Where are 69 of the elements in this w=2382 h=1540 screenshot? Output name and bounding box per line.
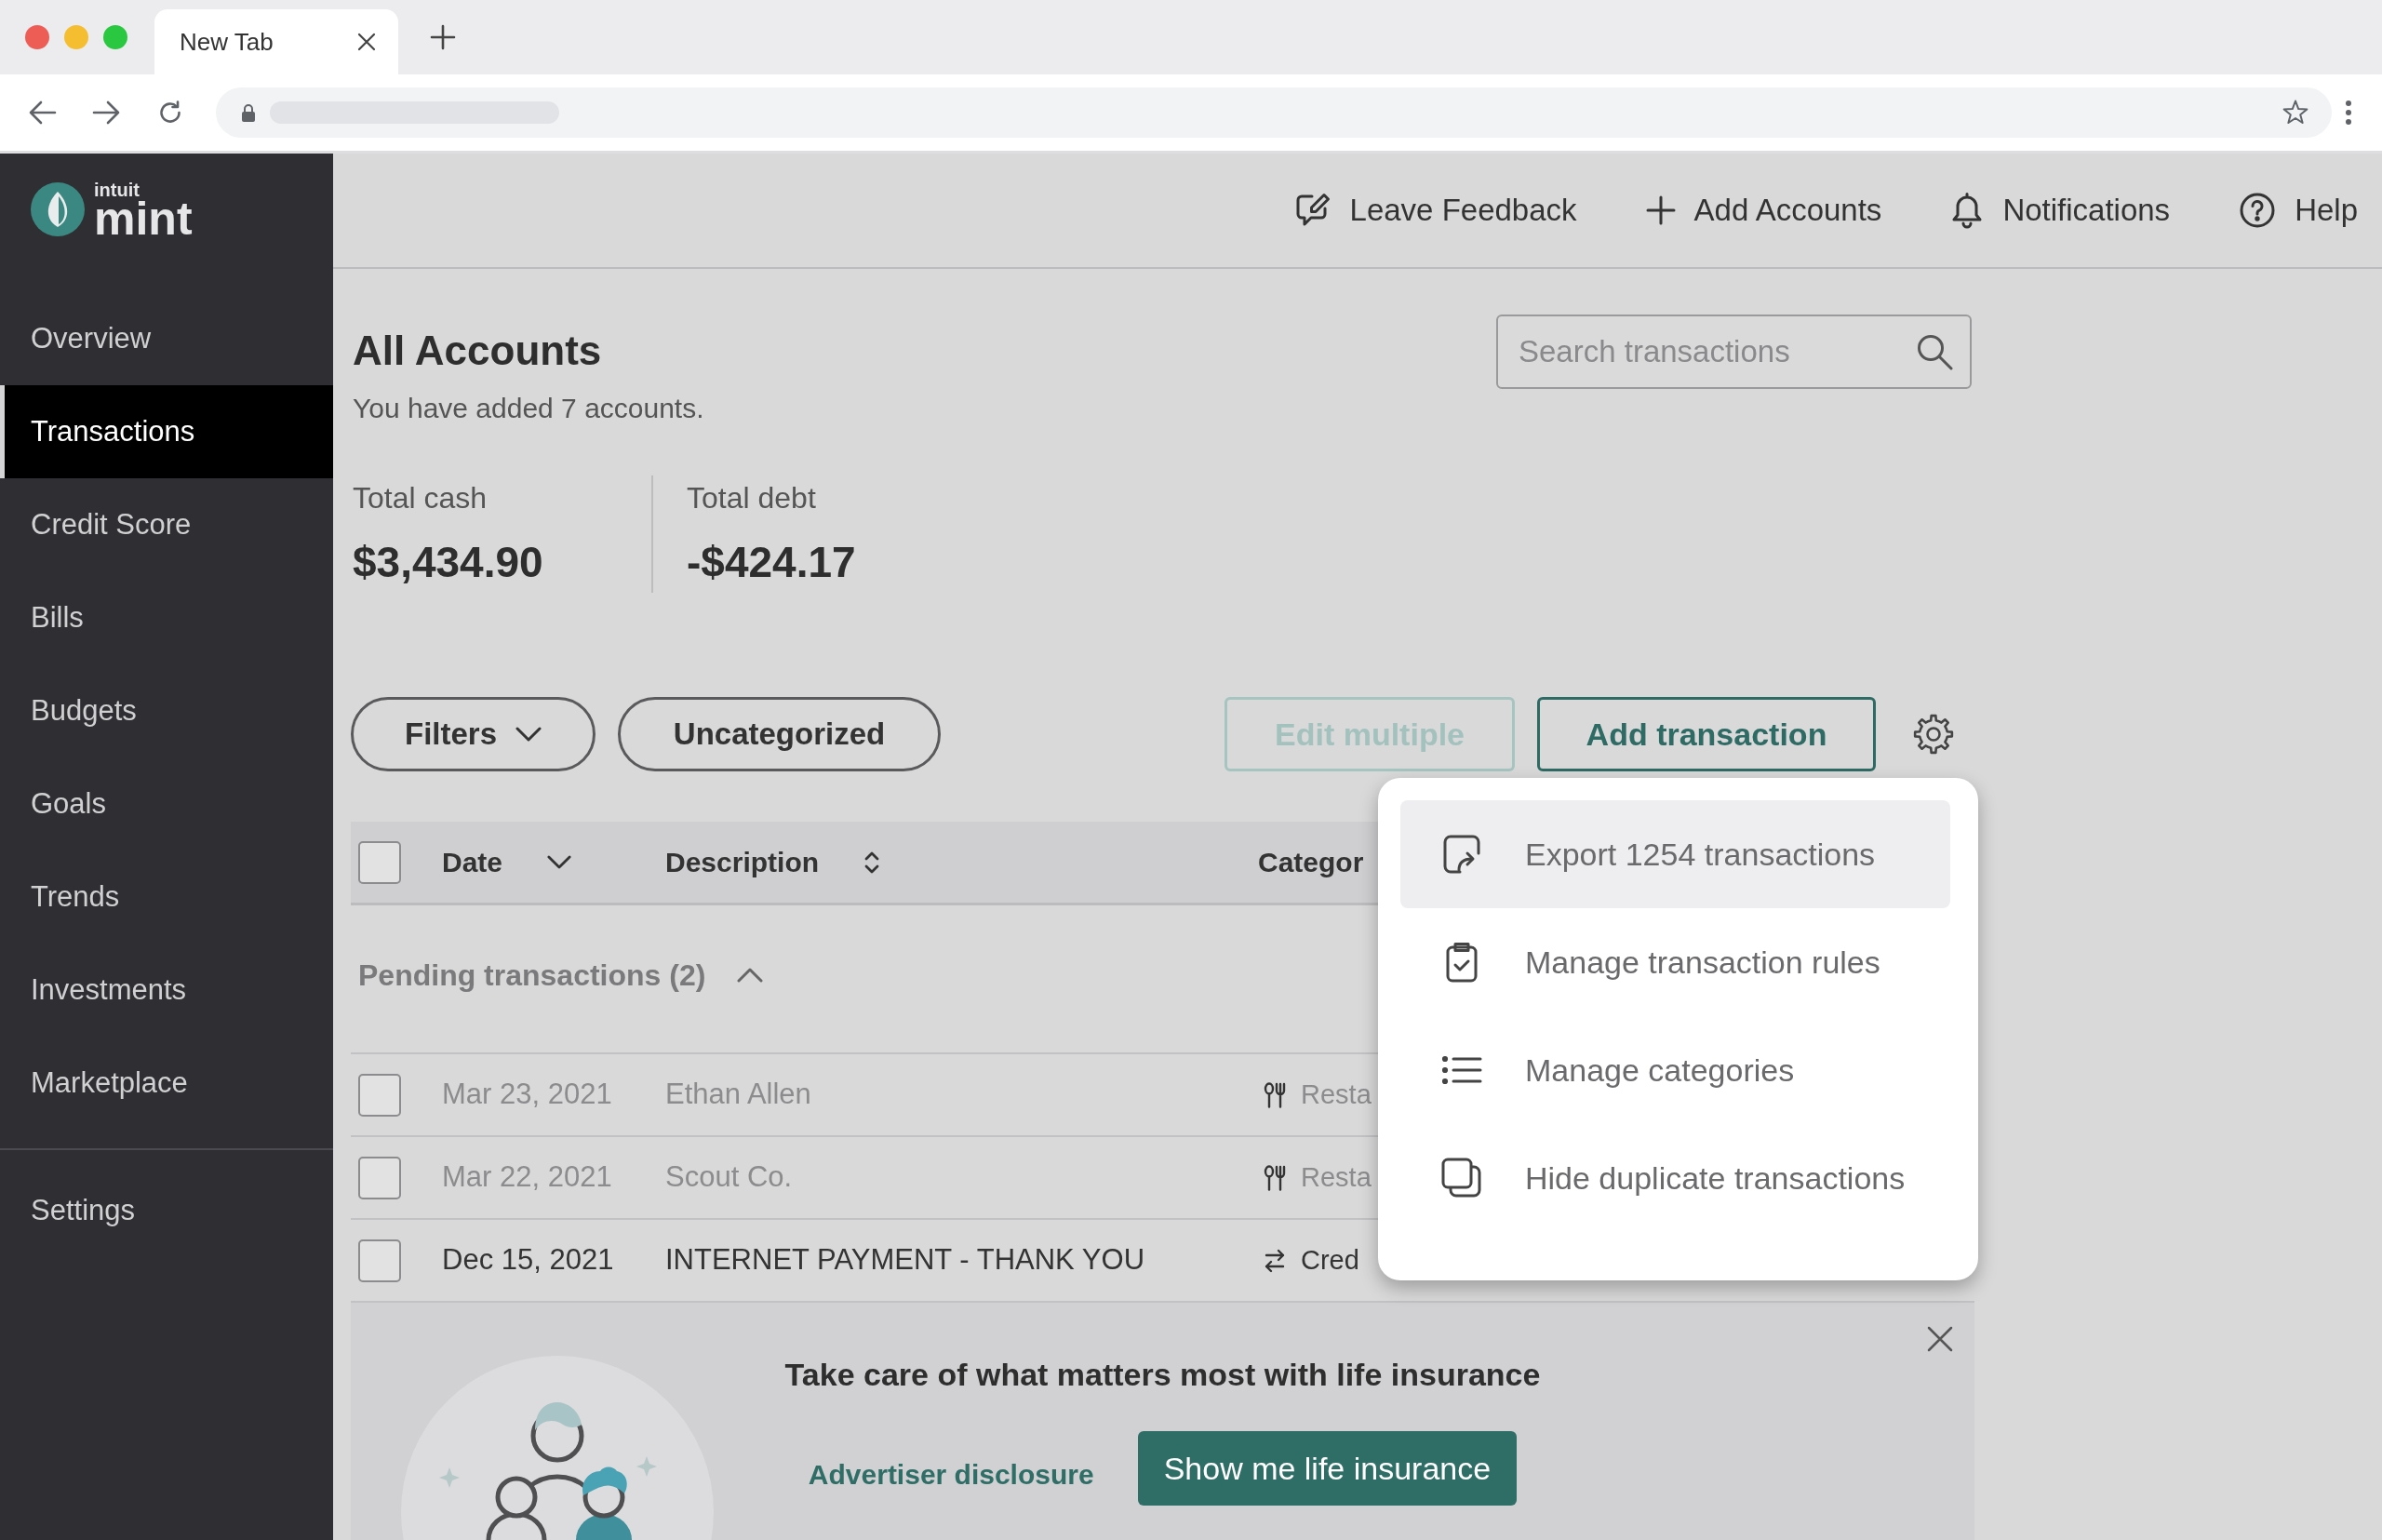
table-cell: Mar 22, 2021 — [442, 1160, 612, 1194]
table-cell: Dec 15, 2021 — [442, 1243, 614, 1277]
fork-knife-icon — [1264, 1081, 1286, 1108]
toolbar-button[interactable]: Add transaction — [1537, 697, 1876, 771]
browser-tab[interactable]: New Tab — [154, 9, 398, 74]
sidebar-item[interactable]: Investments — [0, 944, 333, 1037]
advertiser-disclosure-link[interactable]: Advertiser disclosure — [808, 1453, 1094, 1495]
table-cell: Ethan Allen — [665, 1078, 811, 1111]
sidebar-item[interactable]: Budgets — [0, 664, 333, 757]
close-window-icon[interactable] — [25, 25, 49, 49]
table-cell: Scout Co. — [665, 1160, 793, 1194]
banner-title: Take care of what matters most with life insurance — [784, 1356, 1541, 1393]
table-cell: Mar 23, 2021 — [442, 1078, 612, 1111]
column-header[interactable]: Date — [442, 841, 572, 883]
sidebar-item[interactable]: Credit Score — [0, 478, 333, 571]
checkbox[interactable] — [358, 1156, 401, 1199]
star-icon[interactable] — [2282, 99, 2309, 127]
checkbox[interactable] — [358, 1073, 401, 1117]
sidebar-item[interactable]: Transactions — [0, 385, 333, 478]
search-field[interactable]: Search transactions — [1496, 315, 1972, 389]
kebab-menu-icon[interactable] — [2345, 100, 2352, 126]
help-icon — [2239, 192, 2277, 229]
back-arrow-icon[interactable] — [29, 100, 57, 125]
copy-icon — [1440, 1157, 1483, 1199]
total-label: Total debt — [687, 480, 817, 516]
logo-brand-text: intuit — [94, 180, 141, 199]
transfer-arrows-icon — [1264, 1247, 1286, 1274]
header-button[interactable]: Notifications — [1950, 187, 2171, 234]
reload-icon[interactable] — [157, 100, 183, 126]
menu-item[interactable]: Export 1254 transactions — [1400, 800, 1950, 908]
checkbox[interactable] — [358, 1239, 401, 1282]
fork-knife-icon — [1264, 1164, 1286, 1191]
cta-button[interactable]: Show me life insurance — [1137, 1431, 1518, 1506]
table-cell-text: Cred — [1301, 1243, 1359, 1277]
header-button[interactable]: Help — [2239, 187, 2358, 234]
sidebar-item[interactable]: Goals — [0, 757, 333, 850]
plus-icon — [1645, 195, 1676, 225]
page-title: All Accounts — [353, 327, 603, 375]
close-icon[interactable] — [357, 33, 376, 51]
column-header[interactable]: Categor — [1258, 841, 1364, 883]
header-button[interactable]: Leave Feedback — [1293, 187, 1577, 234]
total-value: $3,434.90 — [353, 537, 544, 587]
filter-chip[interactable]: Uncategorized — [618, 697, 941, 771]
column-header[interactable]: Description — [665, 841, 881, 883]
forward-arrow-icon[interactable] — [92, 100, 120, 125]
table-cell-text: Resta — [1301, 1160, 1372, 1194]
tab-title: New Tab — [180, 26, 274, 58]
chevron-down-icon — [515, 727, 542, 742]
close-icon[interactable] — [1926, 1325, 1954, 1353]
filter-dropdown[interactable]: Filters — [351, 697, 596, 771]
sidebar-item[interactable]: Settings — [0, 1164, 333, 1257]
total-value: -$424.17 — [687, 537, 856, 587]
sidebar-item[interactable]: Overview — [0, 292, 333, 385]
checkbox[interactable] — [358, 840, 401, 884]
settings-icon[interactable] — [1912, 713, 1955, 756]
new-tab-plus-icon[interactable] — [430, 24, 456, 50]
sidebar-item[interactable]: Marketplace — [0, 1037, 333, 1130]
table-cell: INTERNET PAYMENT - THANK YOU — [665, 1243, 1145, 1277]
logo-icon — [31, 181, 85, 236]
header-button[interactable]: Add Accounts — [1645, 187, 1882, 234]
sidebar-item[interactable]: Trends — [0, 850, 333, 944]
chevron-down-icon — [547, 855, 572, 869]
sidebar-item[interactable]: Bills — [0, 571, 333, 664]
search-icon[interactable] — [1916, 333, 1953, 370]
table-cell-text: Resta — [1301, 1078, 1372, 1111]
page-subtitle: You have added 7 accounts. — [353, 392, 704, 425]
lock-icon — [241, 103, 256, 122]
logo-wordmark: mint — [94, 198, 193, 238]
total-label: Total cash — [353, 480, 488, 516]
